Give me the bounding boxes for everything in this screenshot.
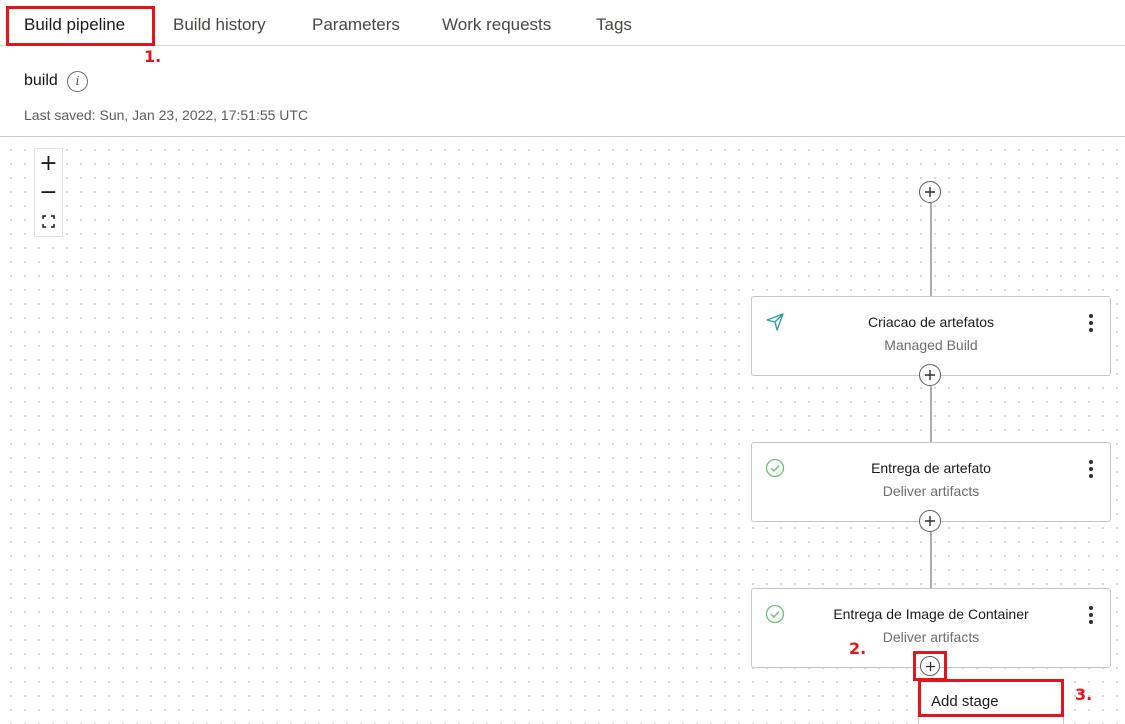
more-options-icon[interactable] bbox=[1088, 605, 1094, 625]
tab-tags[interactable]: Tags bbox=[596, 15, 632, 35]
add-stage-plus-button[interactable] bbox=[919, 364, 941, 386]
step-label: 3. bbox=[1075, 685, 1093, 704]
fit-screen-icon bbox=[42, 215, 55, 228]
zoom-out-button[interactable]: − bbox=[35, 178, 62, 207]
plus-icon bbox=[925, 516, 935, 526]
fit-to-screen-button[interactable] bbox=[35, 207, 62, 236]
tab-work-requests[interactable]: Work requests bbox=[442, 15, 551, 35]
stage-title: Entrega de artefato bbox=[871, 460, 991, 476]
info-icon[interactable]: i bbox=[67, 71, 88, 92]
connector-line bbox=[930, 386, 932, 443]
plus-icon bbox=[925, 370, 935, 380]
tab-bar: Build pipeline Build history Parameters … bbox=[0, 0, 1125, 46]
highlight-box bbox=[918, 679, 1064, 717]
stage-title: Entrega de Image de Container bbox=[833, 606, 1029, 622]
tab-parameters[interactable]: Parameters bbox=[312, 15, 400, 35]
add-stage-plus-button[interactable] bbox=[919, 181, 941, 203]
pipeline-name: build bbox=[24, 72, 58, 89]
connector-line bbox=[930, 532, 932, 589]
pipeline-header: build i Last saved: Sun, Jan 23, 2022, 1… bbox=[0, 46, 1125, 137]
step-label: 1. bbox=[144, 47, 162, 66]
highlight-box bbox=[913, 651, 947, 681]
highlight-box bbox=[6, 6, 155, 46]
more-options-icon[interactable] bbox=[1088, 313, 1094, 333]
add-stage-plus-button[interactable] bbox=[919, 510, 941, 532]
tab-build-history[interactable]: Build history bbox=[173, 15, 266, 35]
stage-subtitle: Deliver artifacts bbox=[882, 483, 980, 499]
zoom-in-button[interactable]: + bbox=[35, 149, 62, 178]
zoom-controls: + − bbox=[34, 148, 63, 237]
step-label: 2. bbox=[849, 639, 867, 658]
more-options-icon[interactable] bbox=[1088, 459, 1094, 479]
stage-title: Criacao de artefatos bbox=[867, 314, 995, 330]
stage-subtitle: Deliver artifacts bbox=[882, 629, 980, 645]
connector-line bbox=[930, 203, 932, 297]
stage-subtitle: Managed Build bbox=[884, 337, 978, 353]
last-saved-text: Last saved: Sun, Jan 23, 2022, 17:51:55 … bbox=[24, 107, 309, 123]
plus-icon bbox=[925, 187, 935, 197]
